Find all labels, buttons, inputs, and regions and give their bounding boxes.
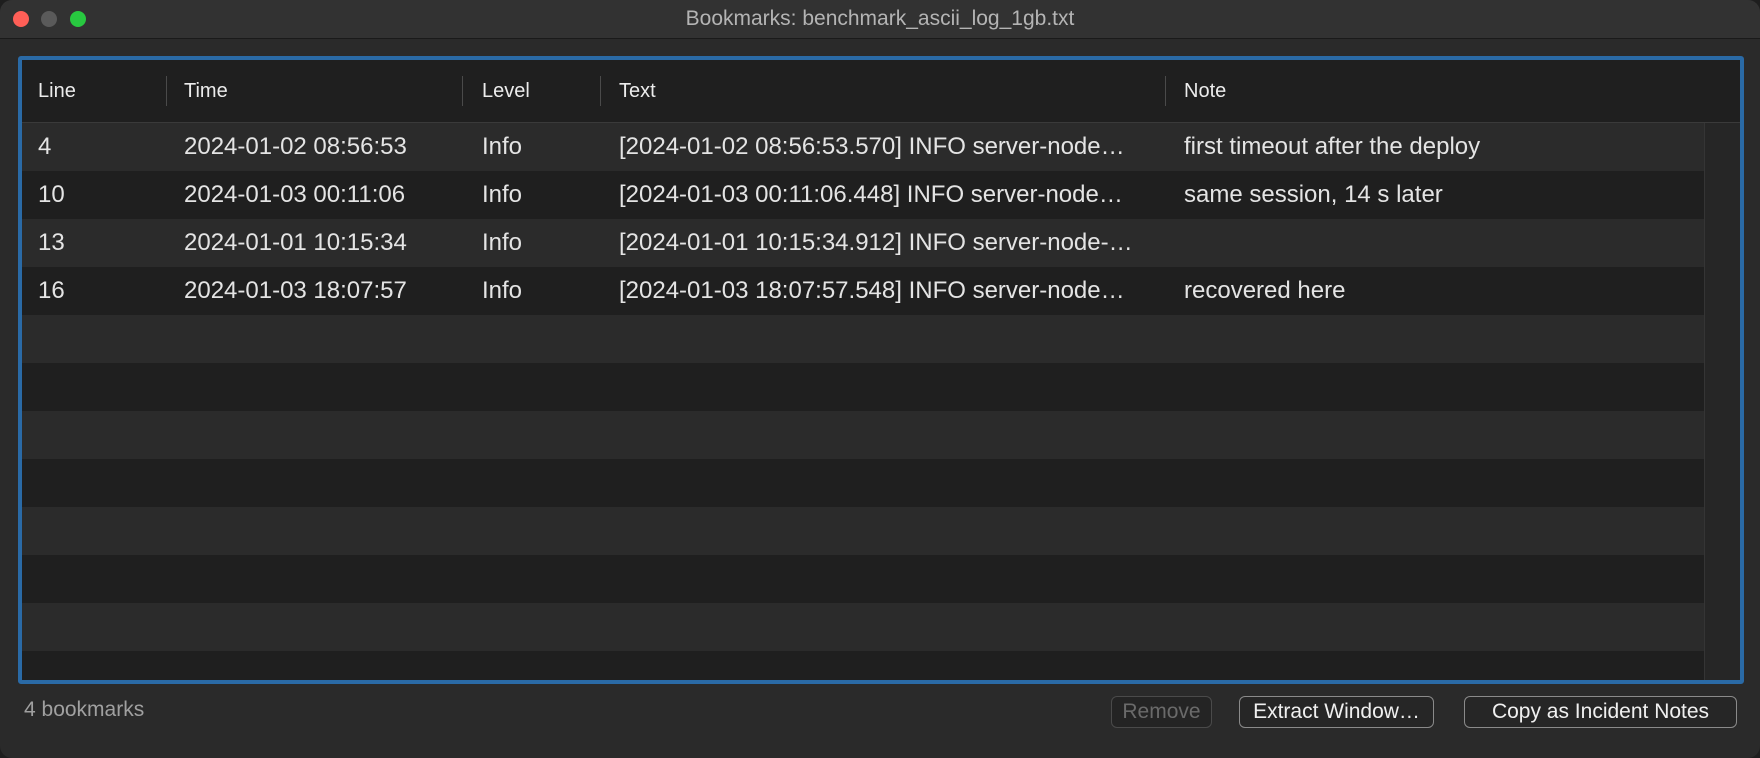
cell-note: recovered here <box>1184 277 1346 304</box>
cell-time: 2024-01-02 08:56:53 <box>184 133 407 160</box>
column-separator[interactable] <box>166 76 167 106</box>
bookmarks-window: Bookmarks: benchmark_ascii_log_1gb.txt L… <box>0 0 1760 758</box>
cell-line: 16 <box>38 277 65 304</box>
remove-button[interactable]: Remove <box>1111 696 1212 728</box>
column-separator[interactable] <box>462 76 463 106</box>
empty-row <box>22 411 1704 459</box>
cell-level: Info <box>482 229 523 256</box>
table-body: 4 2024-01-02 08:56:53 Info [2024-01-02 0… <box>22 123 1704 680</box>
empty-row <box>22 603 1704 651</box>
empty-row <box>22 507 1704 555</box>
column-header-line[interactable]: Line <box>38 60 76 122</box>
copy-incident-notes-button[interactable]: Copy as Incident Notes <box>1464 696 1737 728</box>
cell-level: Info <box>482 181 523 208</box>
empty-row <box>22 651 1704 680</box>
table-row[interactable]: 13 2024-01-01 10:15:34 Info [2024-01-01 … <box>22 219 1704 267</box>
cell-text: [2024-01-02 08:56:53.570] INFO server-no… <box>619 133 1125 160</box>
empty-row <box>22 315 1704 363</box>
cell-level: Info <box>482 277 523 304</box>
cell-time: 2024-01-03 18:07:57 <box>184 277 407 304</box>
column-header-note[interactable]: Note <box>1184 60 1226 122</box>
title-bar[interactable]: Bookmarks: benchmark_ascii_log_1gb.txt <box>0 0 1760 39</box>
table-header: Line Time Level Text Note <box>22 60 1740 123</box>
cell-time: 2024-01-03 00:11:06 <box>184 181 406 208</box>
empty-row <box>22 555 1704 603</box>
cell-note: first timeout after the deploy <box>1184 133 1481 160</box>
cell-text: [2024-01-01 10:15:34.912] INFO server-no… <box>619 229 1133 256</box>
cell-line: 13 <box>38 229 65 256</box>
cell-text: [2024-01-03 18:07:57.548] INFO server-no… <box>619 277 1125 304</box>
column-separator[interactable] <box>1165 76 1166 106</box>
table-row[interactable]: 10 2024-01-03 00:11:06 Info [2024-01-03 … <box>22 171 1704 219</box>
table-row[interactable]: 4 2024-01-02 08:56:53 Info [2024-01-02 0… <box>22 123 1704 171</box>
cell-line: 10 <box>38 181 65 208</box>
bookmarks-table[interactable]: Line Time Level Text Note 4 2024-01-02 0… <box>18 56 1744 684</box>
cell-note <box>1184 219 1699 267</box>
cell-time: 2024-01-01 10:15:34 <box>184 229 407 256</box>
column-header-level[interactable]: Level <box>482 60 530 122</box>
column-separator[interactable] <box>600 76 601 106</box>
column-header-text[interactable]: Text <box>619 60 656 122</box>
extract-window-button[interactable]: Extract Window… <box>1239 696 1434 728</box>
cell-level: Info <box>482 133 523 160</box>
vertical-scrollbar[interactable] <box>1704 123 1740 680</box>
table-row[interactable]: 16 2024-01-03 18:07:57 Info [2024-01-03 … <box>22 267 1704 315</box>
cell-note: same session, 14 s later <box>1184 181 1443 208</box>
cell-text: [2024-01-03 00:11:06.448] INFO server-no… <box>619 181 1123 208</box>
empty-row <box>22 459 1704 507</box>
cell-line: 4 <box>38 133 52 160</box>
column-header-time[interactable]: Time <box>184 60 228 122</box>
window-title: Bookmarks: benchmark_ascii_log_1gb.txt <box>685 7 1075 30</box>
empty-row <box>22 363 1704 411</box>
bookmark-count: 4 bookmarks <box>24 698 145 721</box>
